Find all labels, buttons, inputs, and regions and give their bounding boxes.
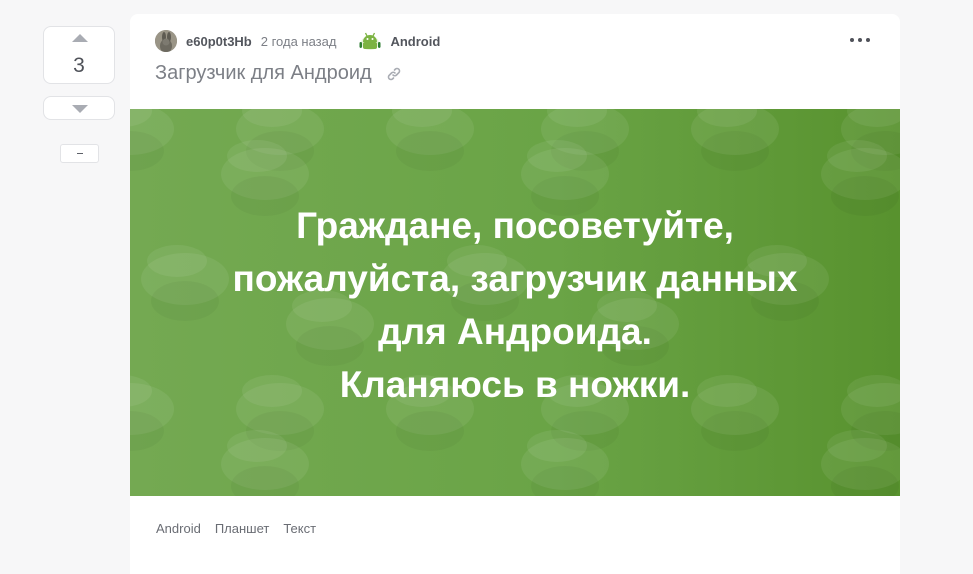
banner-line: Граждане, посоветуйте, xyxy=(296,205,734,246)
community-name[interactable]: Android xyxy=(390,34,440,49)
post-image-banner[interactable]: Граждане, посоветуйте, пожалуйста, загру… xyxy=(130,109,900,496)
post-header: e60p0t3Hb 2 года назад Android xyxy=(155,30,440,52)
banner-line: пожалуйста, загрузчик данных xyxy=(232,258,798,299)
minus-icon xyxy=(77,153,83,154)
minus-button[interactable] xyxy=(60,144,99,163)
banner-line: для Андроида. xyxy=(378,311,652,352)
tag-list: Android Планшет Текст xyxy=(156,521,316,536)
avatar[interactable] xyxy=(155,30,177,52)
banner-text: Граждане, посоветуйте, пожалуйста, загру… xyxy=(130,199,900,411)
tag-tablet[interactable]: Планшет xyxy=(215,521,270,536)
link-icon[interactable] xyxy=(386,66,402,82)
author-name[interactable]: e60p0t3Hb xyxy=(186,34,252,49)
arrow-up-icon[interactable] xyxy=(72,34,88,42)
downvote-button[interactable] xyxy=(43,96,115,120)
banner-line: Кланяюсь в ножки. xyxy=(339,364,691,405)
tag-text[interactable]: Текст xyxy=(283,521,316,536)
more-dots-icon[interactable] xyxy=(850,36,870,44)
android-icon[interactable] xyxy=(358,30,382,52)
tag-android[interactable]: Android xyxy=(156,521,201,536)
arrow-down-icon xyxy=(72,105,88,113)
vote-count: 3 xyxy=(73,54,85,77)
post-time: 2 года назад xyxy=(260,33,337,49)
post-title[interactable]: Загрузчик для Андроид xyxy=(155,62,372,85)
post-card: e60p0t3Hb 2 года назад Android Загрузчик… xyxy=(130,14,900,574)
vote-box: 3 xyxy=(43,26,115,84)
title-row: Загрузчик для Андроид xyxy=(155,62,402,85)
